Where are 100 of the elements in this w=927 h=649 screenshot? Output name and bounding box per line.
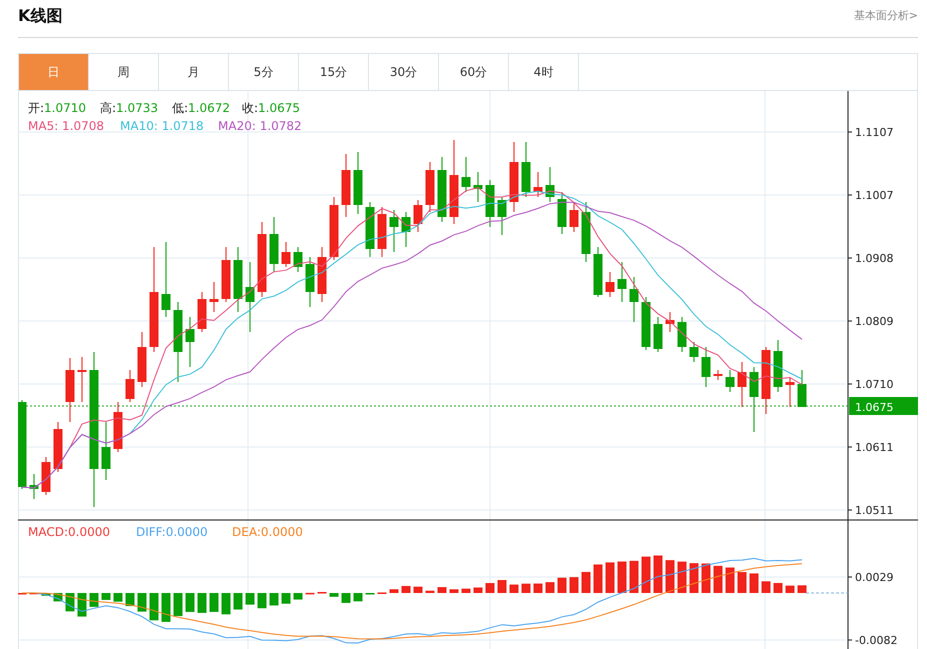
macd-bar — [390, 589, 398, 593]
candlestick — [246, 262, 254, 332]
macd-bar — [114, 593, 122, 602]
macd-reading: MACD:0.0000 — [28, 525, 110, 539]
candlestick — [270, 216, 278, 272]
macd-bar — [510, 584, 518, 593]
candlestick — [354, 152, 362, 214]
macd-bar — [702, 563, 710, 593]
candlestick — [186, 316, 194, 368]
candlestick — [666, 312, 674, 332]
candlestick — [426, 162, 434, 212]
macd-bar — [450, 589, 458, 593]
candlestick — [42, 456, 50, 496]
macd-axis-label: -0.0082 — [855, 634, 898, 647]
candlestick — [306, 256, 314, 308]
section-title: K线图 — [18, 6, 62, 27]
macd-bar — [738, 572, 746, 593]
candlestick — [222, 246, 230, 302]
ohlc-reading: 开:1.0710 — [28, 101, 86, 115]
candlestick — [378, 206, 386, 258]
candlestick — [498, 196, 506, 236]
macd-bar — [90, 593, 98, 607]
candlestick — [474, 172, 482, 202]
candlestick — [618, 262, 626, 302]
candlestick — [558, 192, 566, 234]
macd-bar — [642, 556, 650, 593]
candlestick — [786, 376, 794, 408]
moving-average-reading: MA10: 1.0718 — [120, 119, 204, 133]
macd-bar — [330, 593, 338, 597]
candlestick — [798, 370, 806, 408]
ohlc-reading: 收:1.0675 — [242, 101, 300, 115]
macd-bar — [762, 581, 770, 593]
macd-bar — [282, 593, 290, 604]
moving-average-reading: MA5: 1.0708 — [28, 119, 104, 133]
macd-bar — [654, 556, 662, 593]
candlestick — [642, 296, 650, 350]
macd-bar — [222, 593, 230, 614]
candlestick — [726, 370, 734, 392]
price-axis-label: 1.1007 — [855, 189, 894, 202]
macd-bar — [498, 580, 506, 593]
macd-bar — [678, 562, 686, 593]
candlestick — [762, 346, 770, 414]
macd-bar — [342, 593, 350, 603]
macd-bar — [438, 587, 446, 593]
macd-bar — [414, 586, 422, 593]
price-axis-label: 1.1107 — [855, 126, 894, 139]
candlestick — [30, 474, 38, 500]
candlestick — [234, 246, 242, 312]
candlestick — [54, 422, 62, 472]
candlestick — [570, 202, 578, 232]
candlestick — [594, 246, 602, 298]
macd-bar — [78, 593, 86, 617]
macd-bar — [774, 582, 782, 593]
fundamental-analysis-link[interactable]: 基本面分析> — [854, 8, 918, 23]
macd-bar — [558, 578, 566, 593]
macd-bar — [666, 560, 674, 593]
macd-bar — [354, 593, 362, 602]
macd-bar — [150, 593, 158, 620]
macd-bar — [618, 562, 626, 593]
candlestick — [294, 246, 302, 272]
price-axis-label: 1.0511 — [855, 504, 894, 517]
candlestick — [342, 154, 350, 218]
candlestick — [126, 370, 134, 402]
macd-reading: DIFF:0.0000 — [136, 525, 208, 539]
macd-bar — [174, 593, 182, 616]
macd-bar — [234, 593, 242, 610]
macd-bar — [798, 585, 806, 593]
candlestick — [402, 212, 410, 248]
macd-bar — [606, 562, 614, 593]
candlestick — [210, 282, 218, 312]
macd-bar — [138, 593, 146, 612]
price-axis-label: 1.0908 — [855, 252, 894, 265]
candlestick — [102, 422, 110, 480]
macd-bar — [42, 593, 50, 596]
macd-bar — [570, 577, 578, 593]
candlestick — [606, 272, 614, 298]
candlestick — [582, 202, 590, 262]
candlestick — [138, 332, 146, 388]
price-axis-label: 1.0611 — [855, 441, 894, 454]
candlestick — [510, 142, 518, 212]
candlestick — [774, 340, 782, 392]
macd-bar — [690, 563, 698, 593]
macd-bar — [162, 593, 170, 622]
macd-bar — [630, 560, 638, 593]
macd-bar — [714, 566, 722, 593]
macd-bar — [102, 593, 110, 600]
ohlc-reading: 低:1.0672 — [172, 101, 230, 115]
ohlc-reading: 高:1.0733 — [100, 101, 158, 115]
candlestick — [738, 362, 746, 408]
candlestick — [438, 156, 446, 222]
macd-bar — [246, 593, 254, 605]
candlestick — [630, 276, 638, 322]
price-axis-label: 1.0710 — [855, 378, 894, 391]
current-price-tag — [849, 397, 918, 415]
candlestick — [78, 356, 86, 402]
candlestick — [462, 156, 470, 192]
macd-bar — [726, 568, 734, 593]
candlestick — [198, 292, 206, 332]
price-axis-label: 1.0809 — [855, 315, 894, 328]
macd-bar — [210, 593, 218, 612]
